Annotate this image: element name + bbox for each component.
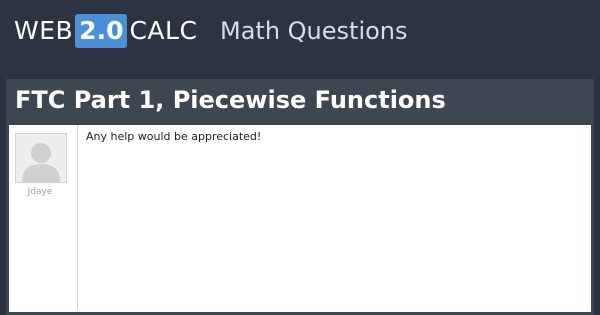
post-panel: Jdaye Any help would be appreciated! <box>6 122 594 315</box>
logo-version-badge: 2.0 <box>75 14 128 48</box>
post-content-area: Jdaye Any help would be appreciated! <box>9 125 591 312</box>
author-username[interactable]: Jdaye <box>9 187 71 197</box>
question-title: FTC Part 1, Piecewise Functions <box>15 86 446 114</box>
post-body-text: Any help would be appreciated! <box>86 130 262 143</box>
section-title[interactable]: Math Questions <box>220 13 408 49</box>
site-logo[interactable]: WEB 2.0 CALC <box>14 13 197 49</box>
logo-prefix: WEB <box>14 16 74 45</box>
page: WEB 2.0 CALC Math Questions FTC Part 1, … <box>0 0 600 315</box>
post-author-column: Jdaye <box>9 125 78 309</box>
logo-suffix: CALC <box>129 16 198 45</box>
avatar-silhouette-icon <box>16 134 66 182</box>
question-title-bar: FTC Part 1, Piecewise Functions <box>6 79 594 122</box>
site-header: WEB 2.0 CALC Math Questions <box>0 0 600 62</box>
default-user-icon[interactable] <box>15 133 67 183</box>
